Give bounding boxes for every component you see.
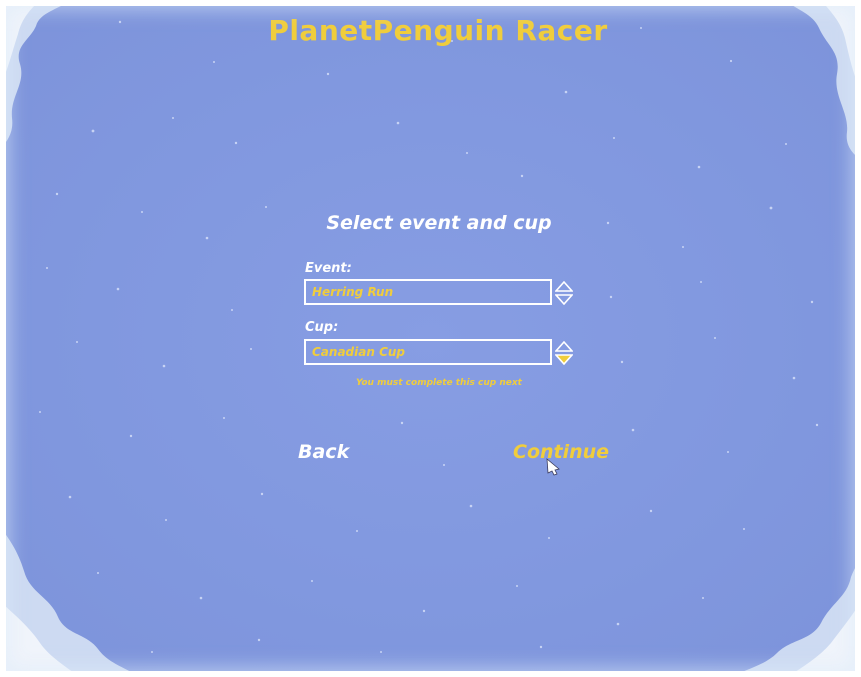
event-label: Event: [305, 261, 352, 276]
arrow-down-icon[interactable] [555, 294, 573, 305]
race-select-screen: PlanetPenguin Racer Select event and cup… [0, 0, 861, 677]
continue-button[interactable]: Continue [513, 441, 609, 463]
event-select[interactable]: Herring Run [304, 279, 552, 305]
cup-label: Cup: [305, 320, 339, 335]
cup-spinner[interactable] [554, 340, 574, 366]
arrow-up-icon[interactable] [555, 341, 573, 352]
frost-corner-bottom-left [0, 527, 140, 677]
game-title: PlanetPenguin Racer [268, 14, 608, 47]
arrow-up-icon[interactable] [555, 281, 573, 292]
event-spinner[interactable] [554, 280, 574, 306]
arrow-down-icon[interactable] [555, 354, 573, 365]
cup-select[interactable]: Canadian Cup [304, 339, 552, 365]
page-heading: Select event and cup [326, 212, 552, 234]
back-button[interactable]: Back [298, 441, 349, 463]
frost-corner-bottom-right [731, 557, 861, 677]
cup-hint: You must complete this cup next [356, 378, 522, 388]
